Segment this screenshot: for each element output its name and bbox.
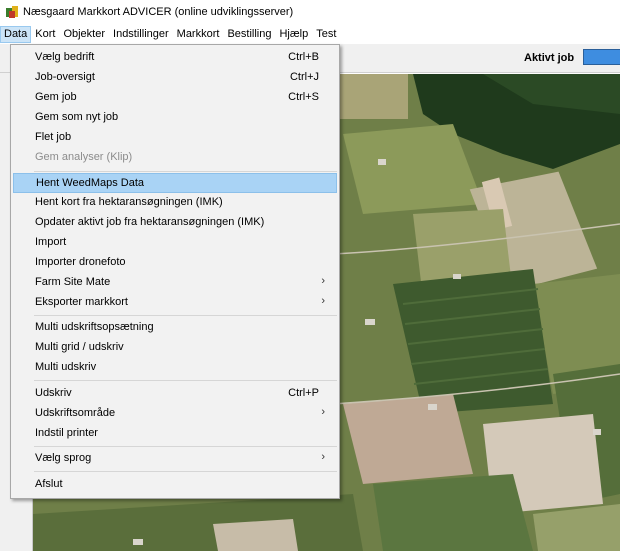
app-logo-icon [6,6,18,18]
menu-kort[interactable]: Kort [31,26,59,43]
menu-item-vaelg-bedrift[interactable]: Vælg bedrift Ctrl+B [13,48,337,68]
menu-item-hent-kort-imk[interactable]: Hent kort fra hektaransøgningen (IMK) [13,193,337,213]
menu-item-afslut[interactable]: Afslut [13,475,337,495]
menu-separator [34,446,337,447]
shortcut-label: Ctrl+S [288,91,319,103]
menu-separator [34,171,337,172]
menu-bestilling[interactable]: Bestilling [223,26,275,43]
shortcut-label: Ctrl+B [288,51,319,63]
menu-objekter[interactable]: Objekter [59,26,109,43]
menu-item-farm-site-mate[interactable]: Farm Site Mate › [13,273,337,293]
menu-data[interactable]: Data [0,26,32,43]
menu-item-gem-analyser: Gem analyser (Klip) [35,151,133,163]
submenu-arrow-icon: › [321,295,325,307]
menu-item-indstil-printer[interactable]: Indstil printer [13,424,337,444]
menu-item-gem-som-nyt-job[interactable]: Gem som nyt job [13,108,337,128]
submenu-arrow-icon: › [321,451,325,463]
menu-item-job-oversigt[interactable]: Job-oversigt Ctrl+J [13,68,337,88]
menu-item-importer-dronefoto[interactable]: Importer dronefoto [13,253,337,273]
menu-test[interactable]: Test [312,26,340,43]
shortcut-label: Ctrl+J [289,71,319,83]
menu-item-opdater-aktivt-job-imk[interactable]: Opdater aktivt job fra hektaransøgningen… [13,213,337,233]
menu-indstillinger[interactable]: Indstillinger [109,26,173,43]
menu-item-import[interactable]: Import [13,233,337,253]
window-title: Næsgaard Markkort ADVICER (online udvikl… [23,6,294,18]
menu-item-udskriftsomraade[interactable]: Udskriftsområde › [13,404,337,424]
shortcut-label: Ctrl+P [288,387,319,399]
menu-item-hent-weedmaps-data[interactable]: Hent WeedMaps Data [13,173,337,193]
menu-item-eksporter-markkort[interactable]: Eksporter markkort › [13,293,337,313]
active-job-selector[interactable] [583,49,620,65]
menu-item-vaelg-sprog[interactable]: Vælg sprog › [13,449,337,469]
menu-item-udskriv[interactable]: Udskriv Ctrl+P [13,384,337,404]
menu-item-flet-job[interactable]: Flet job [13,128,337,148]
data-menu-dropdown: Vælg bedrift Ctrl+B Job-oversigt Ctrl+J … [10,44,340,499]
submenu-arrow-icon: › [321,406,325,418]
title-bar: Næsgaard Markkort ADVICER (online udvikl… [0,0,620,24]
menu-markkort[interactable]: Markkort [173,26,224,43]
menu-separator [34,315,337,316]
submenu-arrow-icon: › [321,275,325,287]
menu-bar: Data Kort Objekter Indstillinger Markkor… [0,26,620,43]
menu-hjaelp[interactable]: Hjælp [275,26,312,43]
menu-item-gem-job[interactable]: Gem job Ctrl+S [13,88,337,108]
menu-separator [34,380,337,381]
menu-separator [34,471,337,472]
active-job-label: Aktivt job [524,52,575,64]
menu-item-multi-udskriv[interactable]: Multi udskriv [13,358,337,378]
menu-item-multi-udskriftsopsaetning[interactable]: Multi udskriftsopsætning [13,318,337,338]
menu-item-multi-grid-udskriv[interactable]: Multi grid / udskriv [13,338,337,358]
